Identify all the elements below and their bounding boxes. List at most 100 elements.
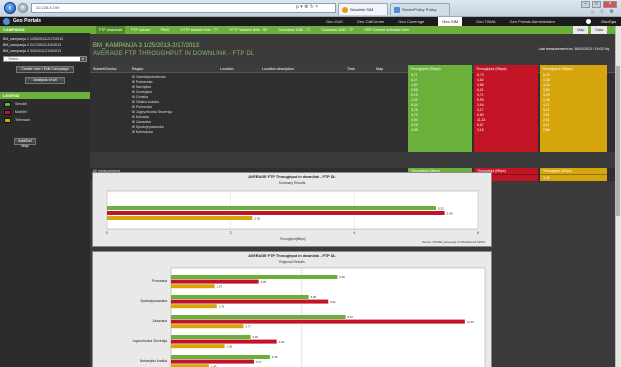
x-axis-label: Throughput[Mbps] — [280, 237, 306, 241]
app-nav-item[interactable]: Geo SIM — [438, 17, 463, 26]
region-label: Pomurska — [135, 105, 152, 109]
legend-label: Mobitel — [15, 110, 27, 114]
tab-favicon-icon — [394, 7, 400, 13]
data-label: 3.17 — [256, 360, 262, 364]
x-tick-label: 2 — [230, 231, 232, 235]
measurement-tab[interactable]: Download 1MB - TP — [321, 26, 358, 34]
measurement-tab[interactable]: FTP upload — [131, 26, 155, 34]
legend-label: Telemach — [15, 118, 31, 122]
bar-mobitel — [171, 339, 277, 344]
summary-chart-title: AVERAGE FTP Throughput in downlink - FTP… — [248, 175, 336, 179]
view-toggle-button[interactable]: Map — [573, 26, 589, 34]
data-label: 6.01 — [330, 300, 336, 304]
data-label: 6.67 — [348, 315, 354, 319]
category-label: Notranjsko kraška — [140, 359, 167, 363]
chart-source: Source: SIM BM_kampanja 3 1/25/2013-2/17… — [422, 240, 485, 244]
region-label: Zasavska — [135, 120, 151, 124]
app-nav: Geo GoS Geo CallCentre Geo Coverage Geo SIM… — [326, 17, 569, 26]
region-label: Podravska — [135, 80, 153, 84]
browser-tools-icons[interactable]: ⌂ ☆ ⚙ — [591, 9, 616, 15]
col-region[interactable]: Region — [132, 65, 143, 73]
measurement-tab[interactable]: HTTP session time - TT — [180, 26, 223, 34]
region-label: Osrednjeslovenska — [135, 75, 166, 79]
table-cell: 4,55 — [411, 128, 418, 132]
bar-mobitel — [171, 359, 254, 364]
app-nav-item[interactable]: Geo TAMA — [476, 17, 495, 26]
legend-item[interactable]: Simobil — [4, 102, 90, 107]
col-subset[interactable]: Subset/Geoloc — [93, 65, 117, 73]
user-name[interactable]: GeoOps — [601, 17, 616, 26]
bar-simobil — [171, 335, 251, 339]
bar-mobitel — [171, 279, 259, 284]
close-icon[interactable]: × — [603, 1, 617, 8]
data-label: 11.23 — [467, 320, 474, 324]
campaign-select[interactable]: - Select - ▼ — [3, 56, 87, 62]
browser-tab-active[interactable]: Simulink SIM — [338, 3, 388, 15]
col-location[interactable]: Location — [220, 65, 234, 73]
page-scrollbar[interactable] — [615, 26, 621, 367]
col-throughput-simobil[interactable]: Throughput (Mbps) — [408, 65, 472, 73]
region-item[interactable]: ⊞ Notranjska — [132, 130, 172, 135]
legend-item[interactable]: Mobitel — [4, 110, 90, 115]
forward-arrow-icon[interactable]: › — [18, 3, 28, 13]
app-nav-item[interactable]: Geo Portals Administrator — [510, 17, 556, 26]
campaign-item[interactable]: BM_kampanja 3 3/3/2013-21/3/2013 — [0, 48, 90, 54]
table-cell: 3,15 — [477, 128, 484, 132]
measurement-tab[interactable]: FTP download — [96, 26, 126, 34]
campaign-title: BM_KAMPANJA 3 1/25/2013-2/17/2013 — [93, 43, 199, 49]
address-tools-icons[interactable]: ρ ▾ ⊗ ↻ × — [296, 3, 318, 11]
legend-header: LEGEND — [0, 92, 90, 99]
region-label: Goriska — [135, 95, 148, 99]
back-arrow-icon[interactable]: ‹ — [4, 2, 16, 14]
region-label: Obalno-kraska — [135, 100, 159, 104]
data-label: 1.67 — [217, 284, 223, 288]
scrollbar-thumb[interactable] — [616, 66, 620, 216]
region-label: Notranjska — [135, 130, 153, 134]
region-label: Gorenjska — [135, 90, 152, 94]
col-time[interactable]: Time — [347, 65, 355, 73]
col-map[interactable]: Map — [376, 65, 383, 73]
bar-telemach — [171, 304, 217, 309]
x-tick-label: 4 — [353, 231, 355, 235]
view-toggle-button[interactable]: Data — [591, 26, 607, 34]
app-logo-icon — [3, 18, 10, 25]
regional-chart: Pomurska 6.36 3.35 1.67 Spodnjeposavska 5.26 6… — [132, 267, 486, 367]
bar-mobitel — [171, 299, 329, 304]
summary-chart-panel: AVERAGE FTP Throughput in downlink - FTP… — [92, 172, 492, 247]
data-label: 4.04 — [279, 340, 285, 344]
col-throughput-telemach[interactable]: Throughput (Mbps) — [540, 65, 607, 73]
add-map-button[interactable]: Add/Del Map — [14, 138, 36, 148]
analysis-button[interactable]: Analysis of all — [25, 77, 65, 84]
bar-mobitel — [171, 319, 465, 324]
table-header: Subset/Geoloc Region Location Location d… — [90, 65, 615, 73]
measurement-tab[interactable]: Download 1MB - TT — [279, 26, 316, 34]
metric-title: AVERAGE FTP THROUGHPUT IN DOWNLINK - FTP… — [93, 51, 255, 57]
col-throughput-mobitel[interactable]: Throughput (Mbps) — [474, 65, 538, 73]
app-nav-item[interactable]: Geo GoS — [326, 17, 343, 26]
address-bar[interactable]: 10.228.8.199 — [31, 3, 336, 13]
measurement-tab[interactable]: PDP Context activation time — [365, 26, 415, 34]
bar-simobil — [171, 275, 338, 279]
create-campaign-button[interactable]: Create new / Edit Campaign — [16, 66, 74, 73]
all-telemach-header: Throughput (Mbps) — [540, 168, 607, 175]
measurement-tab[interactable]: PING — [161, 26, 175, 34]
legend-item[interactable]: Telemach — [4, 118, 90, 123]
region-label: Spodnjeposavska — [135, 125, 164, 129]
user-icon — [586, 19, 591, 24]
maximize-icon[interactable]: □ — [592, 1, 601, 8]
col-location-description[interactable]: Location description — [262, 65, 294, 73]
regional-chart-panel: AVERAGE FTP Throughput in downlink - FTP… — [92, 251, 492, 367]
browser-tab-inactive[interactable]: RouterPolicy Policy — [390, 3, 450, 15]
app-nav-item[interactable]: Geo CallCentre — [357, 17, 385, 26]
regional-chart-title: AVERAGE FTP Throughput in downlink - FTP… — [248, 254, 336, 258]
browser-toolbar: ‹ › 10.228.8.199 ρ ▾ ⊗ ↻ × Simulink SIM … — [0, 0, 621, 17]
data-label: 2.77 — [245, 324, 251, 328]
minimize-icon[interactable]: – — [581, 1, 590, 8]
measurement-tab[interactable]: HTTP session time - SP — [229, 26, 272, 34]
table-cell: 2,86 — [543, 128, 550, 132]
bar-simobil — [107, 206, 436, 210]
data-label: 2.35 — [254, 216, 260, 220]
bar-simobil — [171, 315, 346, 319]
app-nav-item[interactable]: Geo Coverage — [398, 17, 424, 26]
bar-telemach — [171, 344, 225, 349]
